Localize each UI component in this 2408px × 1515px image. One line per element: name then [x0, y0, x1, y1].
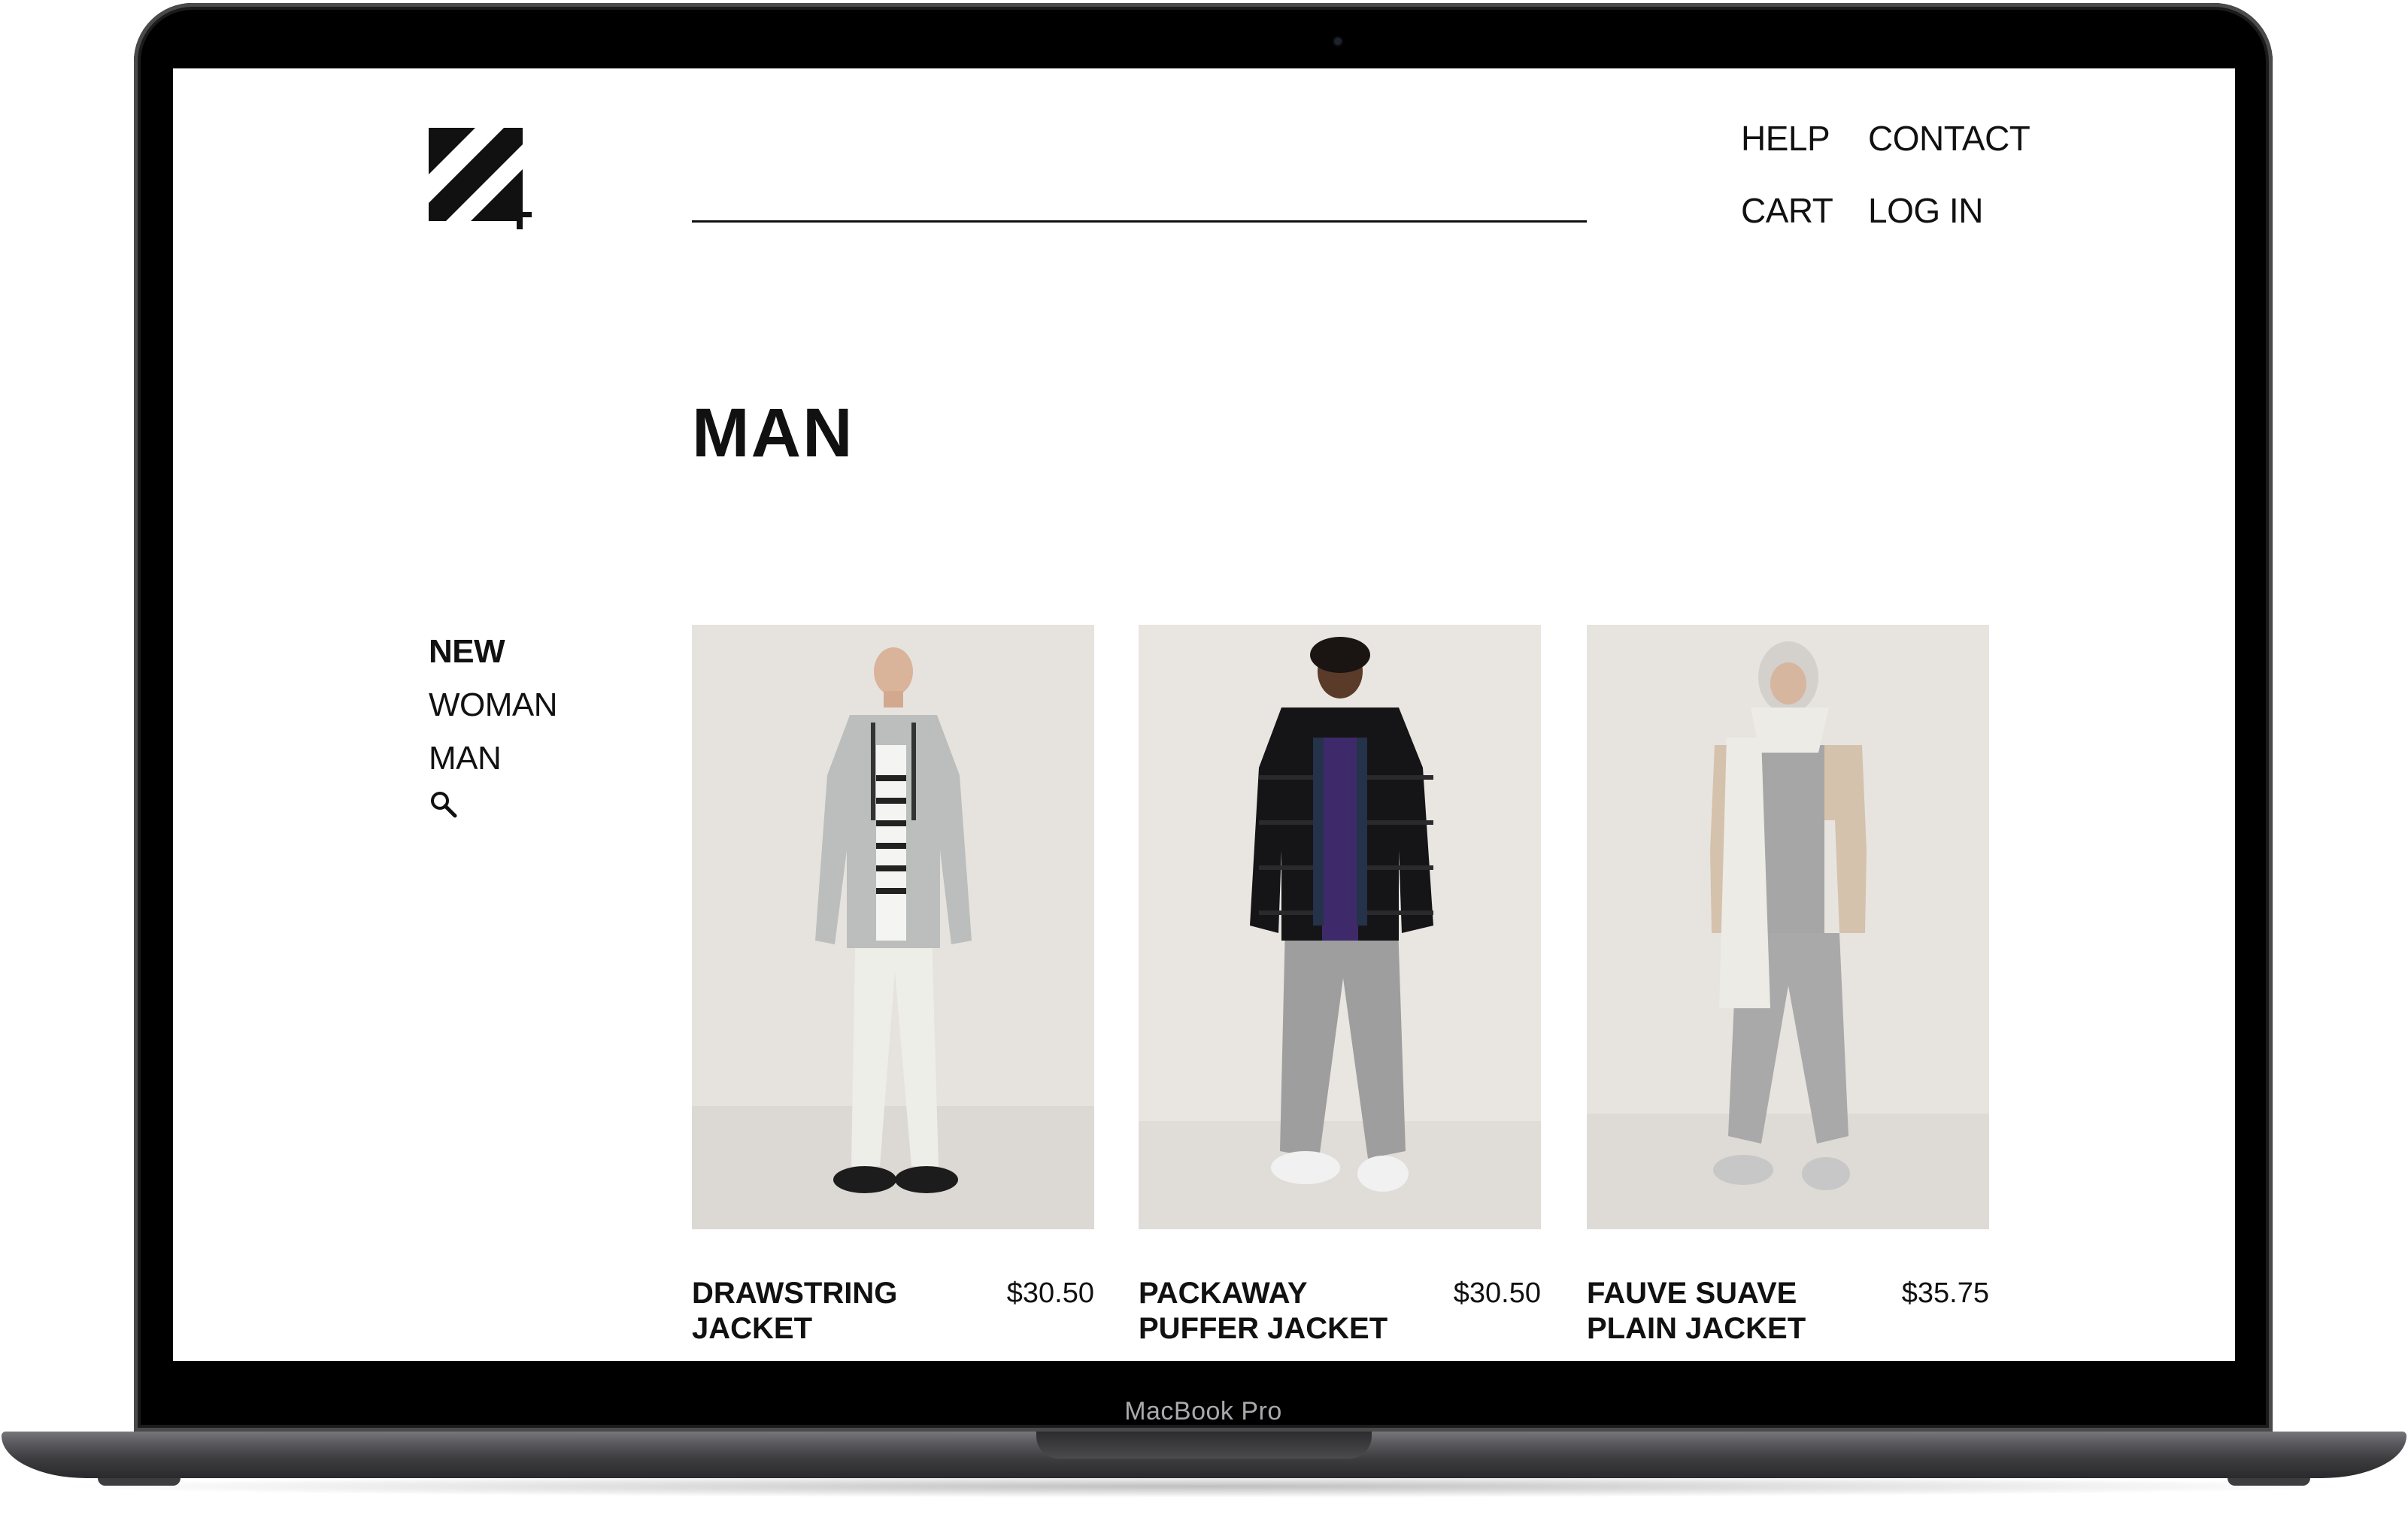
brand-logo[interactable] [429, 128, 534, 233]
laptop-foot [2228, 1478, 2310, 1486]
search-icon[interactable] [429, 789, 459, 820]
product-price: $30.50 [1453, 1277, 1541, 1309]
category-sidebar: NEW WOMAN MAN [429, 625, 558, 820]
product-price: $30.50 [1006, 1277, 1094, 1309]
laptop-notch [1036, 1432, 1372, 1459]
device-label: MacBook Pro [1124, 1397, 1282, 1426]
sidebar-item-man[interactable]: MAN [429, 732, 557, 785]
product-name[interactable]: FAUVE SUAVE PLAIN JACKET [1587, 1276, 1873, 1347]
laptop-shadow [45, 1475, 2363, 1498]
sidebar-item-woman[interactable]: WOMAN [429, 678, 558, 732]
product-image[interactable] [1139, 625, 1541, 1229]
product-card[interactable]: FAUVE SUAVE PLAIN JACKET $35.75 [1587, 625, 1989, 1345]
help-link[interactable]: HELP [1741, 117, 1830, 159]
sidebar-item-new[interactable]: NEW [429, 625, 557, 678]
contact-link[interactable]: CONTACT [1868, 117, 2030, 159]
search-input[interactable] [692, 220, 1587, 223]
product-card[interactable]: PACKAWAY PUFFER JACKET $30.50 [1139, 625, 1541, 1345]
product-name[interactable]: DRAWSTRING JACKET [692, 1276, 978, 1347]
cart-link[interactable]: CART [1741, 189, 1833, 232]
browser-screen: HELP CONTACT CART LOG IN MAN NEW WOMAN M… [173, 68, 2235, 1361]
product-name[interactable]: PACKAWAY PUFFER JACKET [1139, 1276, 1424, 1347]
product-image[interactable] [692, 625, 1094, 1229]
product-image[interactable] [1587, 625, 1989, 1229]
product-card[interactable]: DRAWSTRING JACKET $30.50 [692, 625, 1094, 1345]
page-title: MAN [692, 395, 854, 471]
login-link[interactable]: LOG IN [1868, 189, 1983, 232]
product-price: $35.75 [1901, 1277, 1989, 1309]
camera-icon [1334, 38, 1342, 45]
laptop-foot [98, 1478, 180, 1486]
